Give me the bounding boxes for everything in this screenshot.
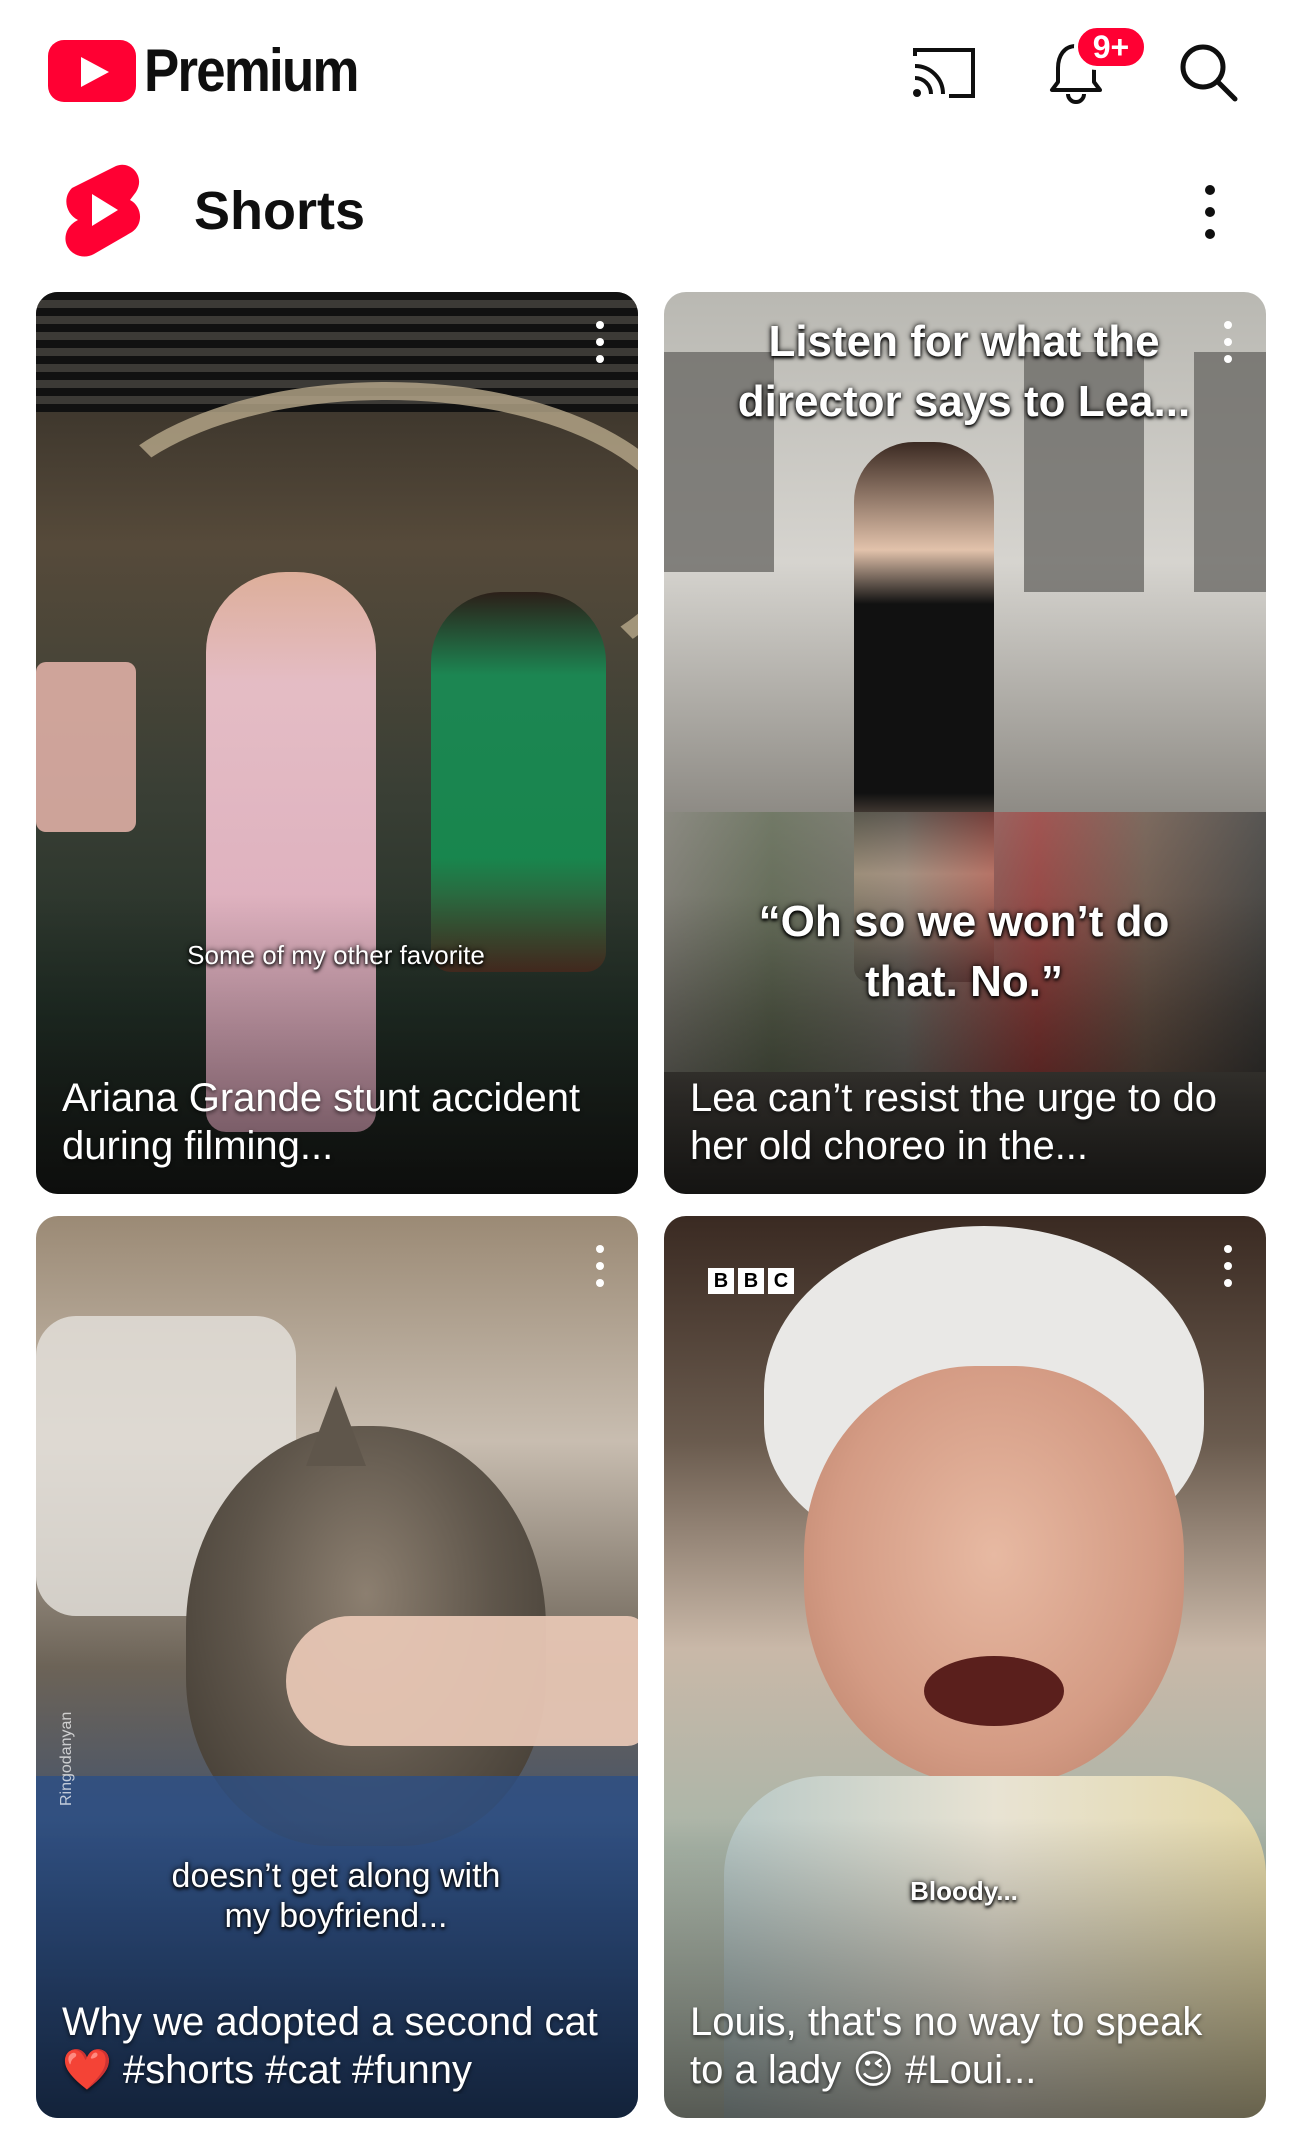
- youtube-premium-logo[interactable]: Premium: [48, 36, 387, 105]
- short-title: Lea can’t resist the urge to do her old …: [690, 1076, 1217, 1168]
- short-card[interactable]: Some of my other favorite Ariana Grande …: [36, 292, 638, 1194]
- cake-boxes: [36, 662, 136, 832]
- short-title: Ariana Grande stunt accident during film…: [62, 1076, 581, 1168]
- cat-ear: [306, 1386, 366, 1466]
- acoustic-panel: [1194, 352, 1266, 592]
- caption-overlay: Bloody...: [910, 1876, 1018, 1906]
- caption-overlay-top: Listen for what the director says to Lea…: [737, 317, 1191, 426]
- card-more-icon[interactable]: [590, 320, 610, 364]
- notification-count-badge: 9+: [1074, 24, 1148, 70]
- search-icon: [1180, 44, 1238, 102]
- card-more-icon[interactable]: [1218, 1244, 1238, 1288]
- hand: [286, 1616, 638, 1746]
- caption-overlay-quote: “Oh so we won’t do that. No.”: [758, 897, 1170, 1006]
- caption-overlay: Some of my other favorite: [187, 940, 485, 970]
- open-mouth: [924, 1656, 1064, 1726]
- youtube-play-logo-icon: [48, 39, 136, 102]
- section-title: Shorts: [194, 181, 366, 241]
- bbc-logo-letter: B: [708, 1268, 734, 1294]
- bbc-logo: B B C: [708, 1268, 794, 1294]
- top-app-bar: Premium 9+: [0, 0, 1290, 140]
- bbc-logo-letter: B: [738, 1268, 764, 1294]
- creator-credit: Ringodanyan: [58, 1711, 75, 1806]
- short-title: Why we adopted a second cat❤️ #shorts #c…: [62, 2000, 598, 2092]
- card-more-icon[interactable]: [590, 1244, 610, 1288]
- short-card[interactable]: Listen for what the director says to Lea…: [664, 292, 1266, 1194]
- caption-overlay: doesn’t get along with my boyfriend...: [171, 1857, 501, 1935]
- shorts-logo-icon: [65, 164, 141, 257]
- section-more-icon[interactable]: [1190, 182, 1230, 242]
- cast-button[interactable]: [908, 36, 980, 108]
- short-card[interactable]: Ringodanyan doesn’t get along with my bo…: [36, 1216, 638, 2118]
- short-card[interactable]: B B C Bloody... Louis, that's no way to …: [664, 1216, 1266, 2118]
- bbc-logo-letter: C: [768, 1268, 794, 1294]
- shorts-section-header: Shorts: [0, 150, 1290, 270]
- cast-icon: [913, 48, 975, 98]
- search-button[interactable]: [1172, 36, 1244, 108]
- card-more-icon[interactable]: [1218, 320, 1238, 364]
- brand-text: Premium: [144, 37, 359, 104]
- short-title: Louis, that's no way to speak to a lady …: [690, 2000, 1203, 2092]
